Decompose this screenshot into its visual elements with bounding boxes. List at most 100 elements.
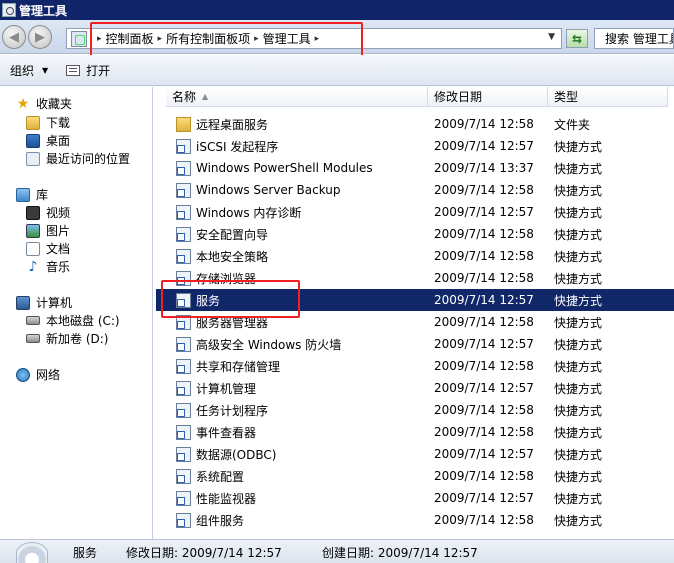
nav-pictures[interactable]: 图片 bbox=[26, 222, 70, 239]
chevron-right-icon[interactable]: ▸ bbox=[97, 34, 102, 44]
file-row[interactable]: 安全配置向导 2009/7/14 12:58 快捷方式 bbox=[156, 223, 674, 245]
breadcrumb: ▸ 控制面板 ▸ 所有控制面板项 ▸ 管理工具 ▸ bbox=[93, 30, 323, 47]
file-name: Windows Server Backup bbox=[196, 183, 341, 197]
forward-button[interactable]: ▶ bbox=[28, 25, 52, 49]
title-bar[interactable]: 管理工具 bbox=[0, 0, 674, 20]
file-type: 快捷方式 bbox=[554, 227, 603, 242]
file-name-cell: 组件服务 bbox=[176, 512, 244, 529]
file-row[interactable]: 共享和存储管理 2009/7/14 12:58 快捷方式 bbox=[156, 355, 674, 377]
file-modified: 2009/7/14 12:58 bbox=[434, 469, 534, 483]
shortcut-icon bbox=[176, 270, 191, 286]
file-name: 服务 bbox=[196, 293, 221, 308]
file-name: 本地安全策略 bbox=[196, 249, 269, 264]
nav-label: 文档 bbox=[46, 242, 71, 256]
address-bar[interactable]: ▸ 控制面板 ▸ 所有控制面板项 ▸ 管理工具 ▸ ▼ bbox=[66, 28, 562, 49]
file-type: 快捷方式 bbox=[554, 447, 603, 462]
shortcut-icon bbox=[176, 182, 191, 198]
file-row[interactable]: 服务器管理器 2009/7/14 12:58 快捷方式 bbox=[156, 311, 674, 333]
refresh-icon: ⇆ bbox=[571, 31, 583, 46]
nav-label: 库 bbox=[36, 188, 49, 202]
nav-documents[interactable]: 文档 bbox=[26, 240, 70, 257]
chevron-right-icon[interactable]: ▸ bbox=[158, 34, 163, 44]
arrow-right-icon: ▶ bbox=[35, 29, 45, 45]
file-row[interactable]: 性能监视器 2009/7/14 12:57 快捷方式 bbox=[156, 487, 674, 509]
file-row[interactable]: 数据源(ODBC) 2009/7/14 12:57 快捷方式 bbox=[156, 443, 674, 465]
file-name: 高级安全 Windows 防火墙 bbox=[196, 337, 342, 352]
pictures-icon bbox=[26, 223, 40, 238]
nav-drive-d[interactable]: 新加卷 (D:) bbox=[26, 330, 108, 347]
file-row[interactable]: 系统配置 2009/7/14 12:58 快捷方式 bbox=[156, 465, 674, 487]
back-button[interactable]: ◀ bbox=[2, 25, 26, 49]
file-list: 名称 ▲ 修改日期 类型 远程桌面服务 2009/7/14 12:58 文件夹 iSC… bbox=[156, 87, 674, 539]
nav-label: 视频 bbox=[46, 206, 71, 220]
nav-network[interactable]: 网络 bbox=[16, 366, 60, 383]
nav-label: 最近访问的位置 bbox=[46, 152, 131, 166]
file-row[interactable]: Windows 内存诊断 2009/7/14 12:57 快捷方式 bbox=[156, 201, 674, 223]
nav-libraries[interactable]: 库 bbox=[16, 186, 48, 203]
file-row[interactable]: 事件查看器 2009/7/14 12:58 快捷方式 bbox=[156, 421, 674, 443]
shortcut-icon bbox=[176, 512, 191, 528]
search-input[interactable]: 搜索 管理工具 bbox=[594, 28, 674, 49]
nav-favorites[interactable]: ★ 收藏夹 bbox=[16, 95, 72, 112]
column-header-name[interactable]: 名称 ▲ bbox=[166, 87, 428, 107]
open-button[interactable]: 打开 bbox=[86, 62, 110, 79]
network-icon bbox=[16, 367, 30, 382]
nav-downloads[interactable]: 下载 bbox=[26, 114, 70, 131]
nav-music[interactable]: ♪ 音乐 bbox=[26, 258, 70, 275]
file-name-cell: 服务器管理器 bbox=[176, 314, 268, 331]
breadcrumb-admin-tools[interactable]: 管理工具 bbox=[263, 30, 311, 47]
breadcrumb-all-items[interactable]: 所有控制面板项 bbox=[166, 30, 250, 47]
hard-disk-icon bbox=[26, 316, 40, 325]
navigation-bar: ◀ ▶ ▸ 控制面板 ▸ 所有控制面板项 ▸ 管理工具 ▸ ▼ ⇆ 搜索 管理工… bbox=[0, 20, 674, 54]
file-type: 快捷方式 bbox=[554, 381, 603, 396]
file-row[interactable]: 计算机管理 2009/7/14 12:57 快捷方式 bbox=[156, 377, 674, 399]
file-row[interactable]: 服务 2009/7/14 12:57 快捷方式 bbox=[156, 289, 674, 311]
nav-drive-c[interactable]: 本地磁盘 (C:) bbox=[26, 312, 120, 329]
column-header-type[interactable]: 类型 bbox=[548, 87, 668, 107]
shortcut-icon bbox=[176, 446, 191, 462]
file-modified: 2009/7/14 12:57 bbox=[434, 491, 534, 505]
file-modified: 2009/7/14 12:58 bbox=[434, 315, 534, 329]
file-modified: 2009/7/14 12:57 bbox=[434, 139, 534, 153]
file-row[interactable]: 组件服务 2009/7/14 12:58 快捷方式 bbox=[156, 509, 674, 531]
chevron-down-icon[interactable]: ▼ bbox=[548, 32, 555, 42]
file-modified: 2009/7/14 12:58 bbox=[434, 183, 534, 197]
shortcut-icon bbox=[176, 336, 191, 352]
file-type: 快捷方式 bbox=[554, 293, 603, 308]
nav-label: 本地磁盘 (C:) bbox=[46, 314, 120, 328]
file-row[interactable]: 远程桌面服务 2009/7/14 12:58 文件夹 bbox=[156, 113, 674, 135]
file-row[interactable]: 任务计划程序 2009/7/14 12:58 快捷方式 bbox=[156, 399, 674, 421]
file-modified: 2009/7/14 12:58 bbox=[434, 271, 534, 285]
file-row[interactable]: Windows PowerShell Modules 2009/7/14 13:3… bbox=[156, 157, 674, 179]
file-modified: 2009/7/14 12:57 bbox=[434, 205, 534, 219]
downloads-folder-icon bbox=[26, 115, 40, 130]
chevron-right-icon[interactable]: ▸ bbox=[315, 34, 320, 44]
nav-desktop[interactable]: 桌面 bbox=[26, 132, 70, 149]
file-name: iSCSI 发起程序 bbox=[196, 139, 279, 154]
file-type: 快捷方式 bbox=[554, 469, 603, 484]
file-name: 服务器管理器 bbox=[196, 315, 269, 330]
file-name-cell: 事件查看器 bbox=[176, 424, 256, 441]
admin-tools-icon bbox=[2, 3, 16, 17]
nav-recent[interactable]: 最近访问的位置 bbox=[26, 150, 130, 167]
file-row[interactable]: Windows Server Backup 2009/7/14 12:58 快捷方式 bbox=[156, 179, 674, 201]
nav-computer[interactable]: 计算机 bbox=[16, 294, 72, 311]
file-name: Windows 内存诊断 bbox=[196, 205, 302, 220]
file-row[interactable]: iSCSI 发起程序 2009/7/14 12:57 快捷方式 bbox=[156, 135, 674, 157]
services-gear-icon bbox=[16, 542, 48, 563]
file-modified: 2009/7/14 12:57 bbox=[434, 381, 534, 395]
file-name: 共享和存储管理 bbox=[196, 359, 281, 374]
file-row[interactable]: 存储浏览器 2009/7/14 12:58 快捷方式 bbox=[156, 267, 674, 289]
file-type: 快捷方式 bbox=[554, 425, 603, 440]
file-row[interactable]: 本地安全策略 2009/7/14 12:58 快捷方式 bbox=[156, 245, 674, 267]
column-header-modified[interactable]: 修改日期 bbox=[428, 87, 548, 107]
breadcrumb-control-panel[interactable]: 控制面板 bbox=[106, 30, 154, 47]
organize-button[interactable]: 组织 ▼ bbox=[10, 62, 48, 79]
refresh-button[interactable]: ⇆ bbox=[566, 29, 588, 48]
chevron-right-icon[interactable]: ▸ bbox=[254, 34, 259, 44]
file-name-cell: 系统配置 bbox=[176, 468, 244, 485]
nav-videos[interactable]: 视频 bbox=[26, 204, 70, 221]
file-row[interactable]: 高级安全 Windows 防火墙 2009/7/14 12:57 快捷方式 bbox=[156, 333, 674, 355]
column-label: 修改日期 bbox=[434, 90, 483, 104]
shortcut-icon bbox=[176, 160, 191, 176]
